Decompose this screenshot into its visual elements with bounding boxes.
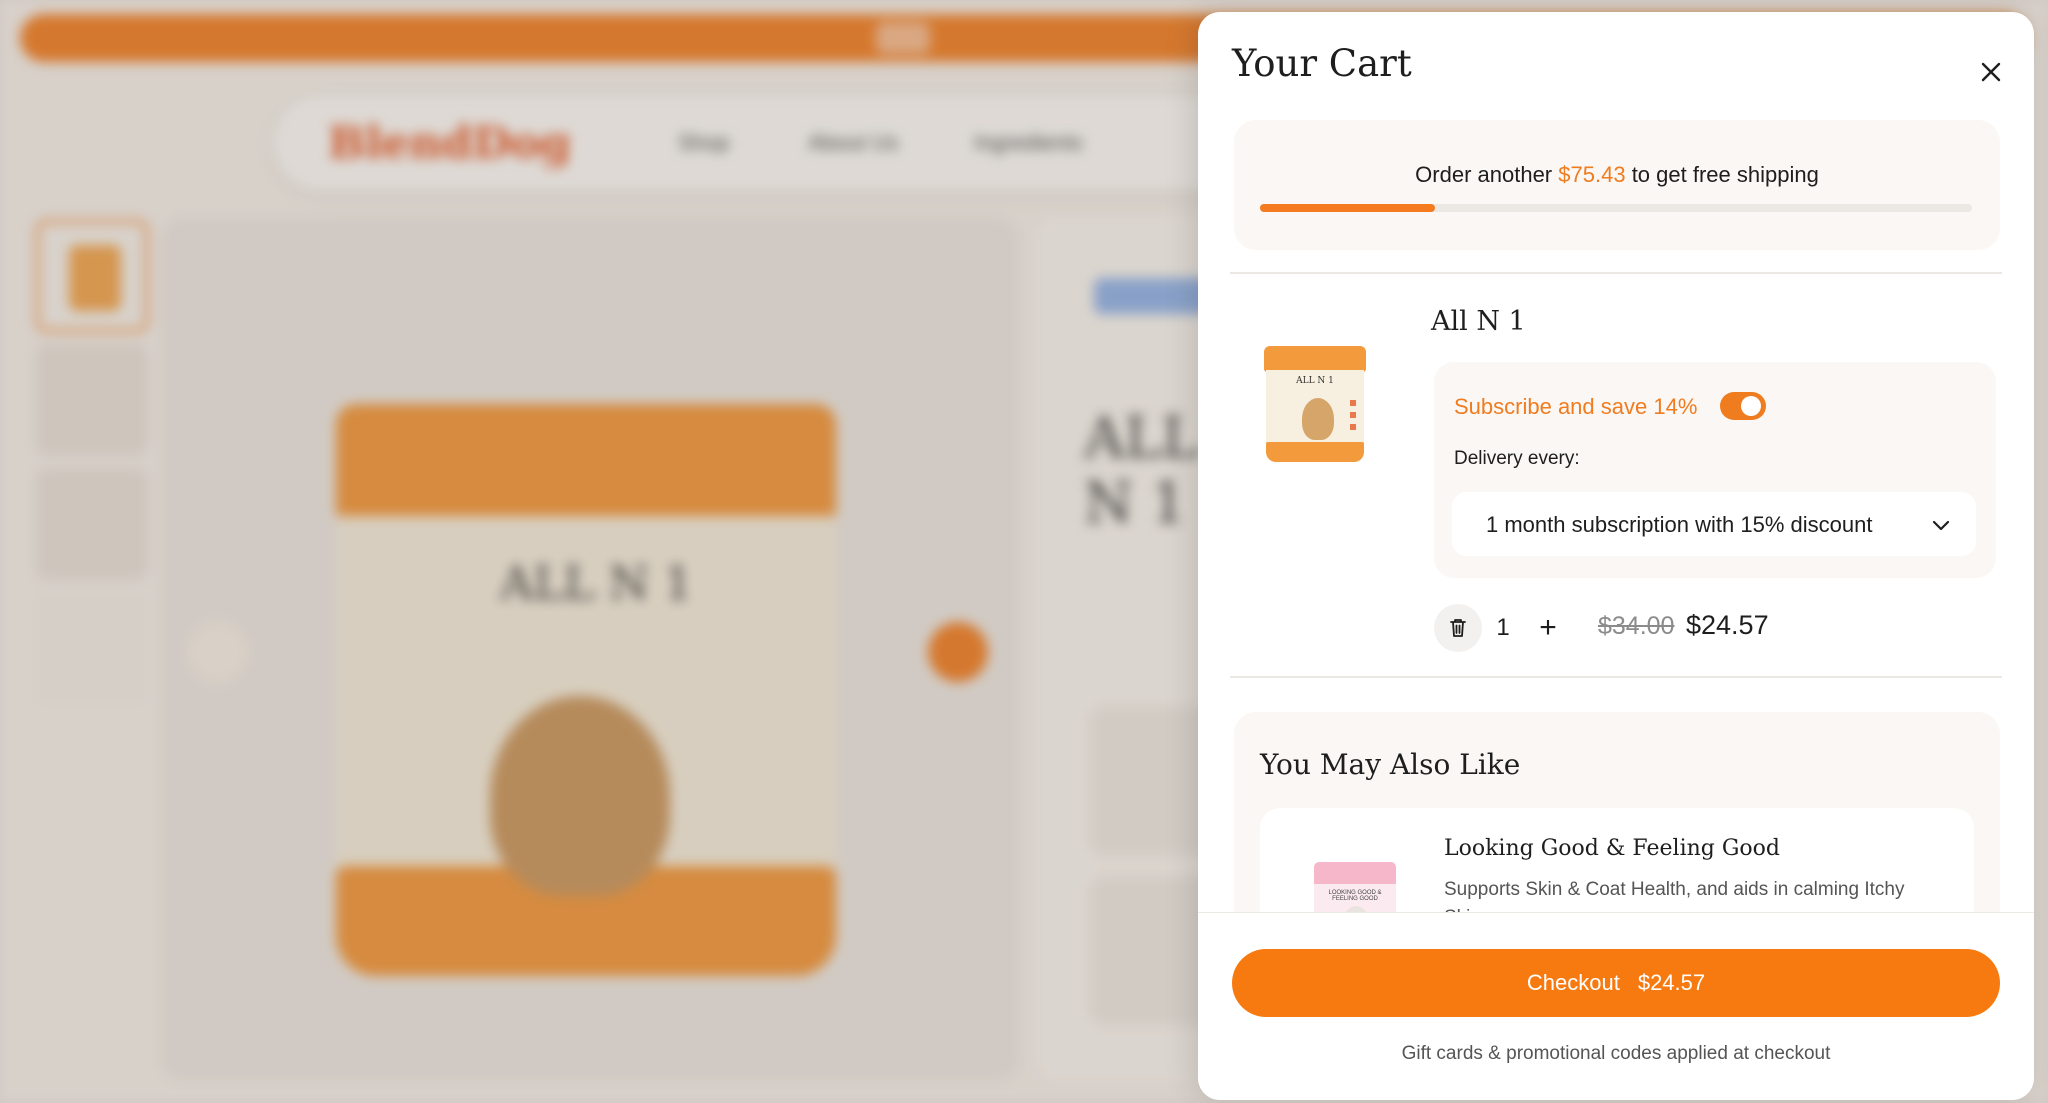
checkout-button[interactable]: Checkout $24.57 <box>1232 949 2000 1017</box>
dog-image <box>1302 398 1334 440</box>
quantity-value[interactable]: 1 <box>1488 614 1518 642</box>
cart-title: Your Cart <box>1232 42 1412 85</box>
checkout-total: $24.57 <box>1637 970 1706 995</box>
delivery-selected-option: 1 month subscription with 15% discount <box>1486 512 1873 537</box>
jar-label: LOOKING GOOD & FEELING GOOD <box>1328 890 1382 902</box>
jar-bottom <box>1266 442 1364 462</box>
increase-quantity-button[interactable]: + <box>1528 608 1568 648</box>
divider <box>1230 272 2002 274</box>
cart-item-name[interactable]: All N 1 <box>1431 306 1526 337</box>
free-shipping-banner: Order another $75.43 to get free shippin… <box>1234 120 2000 250</box>
jar-label: ALL N 1 <box>1296 376 1334 386</box>
subscribe-label: Subscribe and save 14% <box>1454 394 1698 419</box>
cart-drawer: Your Cart Order another $75.43 to get fr… <box>1198 12 2034 1100</box>
divider <box>1230 676 2002 678</box>
jar-lid <box>1314 862 1396 886</box>
checkout-label: Checkout <box>1526 970 1620 995</box>
shipping-progress-bar <box>1260 204 1972 212</box>
shipping-prefix: Order another <box>1415 162 1553 187</box>
upsell-product-name[interactable]: Looking Good & Feeling Good <box>1444 836 1780 861</box>
shipping-suffix: to get free shipping <box>1631 162 1819 187</box>
remove-item-button[interactable] <box>1434 604 1482 652</box>
quantity-stepper: 1 + <box>1434 604 1570 652</box>
upsell-title: You May Also Like <box>1260 748 1521 781</box>
close-icon <box>1981 62 2001 82</box>
subscription-panel: Subscribe and save 14% Delivery every: 1… <box>1434 362 1996 578</box>
delivery-label: Delivery every: <box>1454 448 1580 469</box>
chevron-down-icon <box>1932 520 1950 531</box>
jar-decoration <box>1350 400 1356 430</box>
toggle-knob <box>1741 396 1761 416</box>
cart-item-image: ALL N 1 <box>1260 344 1370 474</box>
jar-body: ALL N 1 <box>1266 370 1364 444</box>
shipping-progress-fill <box>1260 204 1436 212</box>
jar-lid <box>1264 346 1366 372</box>
delivery-frequency-select[interactable]: 1 month subscription with 15% discount <box>1452 492 1976 556</box>
free-shipping-message: Order another $75.43 to get free shippin… <box>1234 162 2000 188</box>
original-price: $34.00 <box>1598 612 1675 640</box>
checkout-note: Gift cards & promotional codes applied a… <box>1401 1043 1831 1064</box>
cart-footer: Checkout $24.57 Gift cards & promotional… <box>1198 912 2034 1100</box>
trash-icon <box>1450 619 1466 637</box>
subscribe-toggle[interactable] <box>1720 392 1766 420</box>
shipping-remaining-amount: $75.43 <box>1558 162 1626 187</box>
current-price: $24.57 <box>1686 610 1769 640</box>
close-button[interactable] <box>1973 54 2009 90</box>
